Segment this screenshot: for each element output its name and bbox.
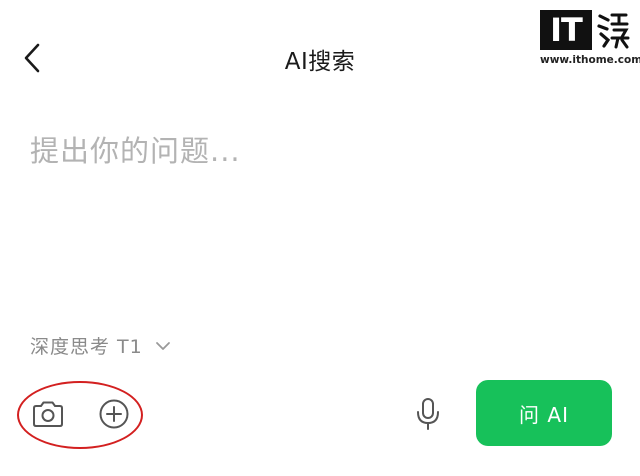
plus-circle-icon (99, 399, 129, 429)
chevron-down-icon (155, 342, 170, 350)
ask-ai-button[interactable]: 问 AI (476, 380, 612, 446)
watermark-url: www.ithome.com (540, 54, 640, 66)
watermark-logo-glyph-icon (597, 13, 630, 49)
ai-search-screen: AI搜索 IT www.ithome.com 深度思考 T1 (0, 0, 640, 476)
add-attachment-button[interactable] (92, 394, 136, 434)
camera-button[interactable] (26, 394, 70, 434)
microphone-icon (417, 398, 439, 430)
model-selector[interactable]: 深度思考 T1 (30, 330, 171, 360)
watermark-logo: IT (540, 10, 592, 50)
question-input[interactable] (30, 128, 590, 298)
model-label: 深度思考 T1 (30, 335, 143, 358)
camera-icon (33, 401, 63, 427)
ithome-watermark: IT www.ithome.com (540, 6, 640, 68)
voice-input-button[interactable] (408, 392, 448, 436)
